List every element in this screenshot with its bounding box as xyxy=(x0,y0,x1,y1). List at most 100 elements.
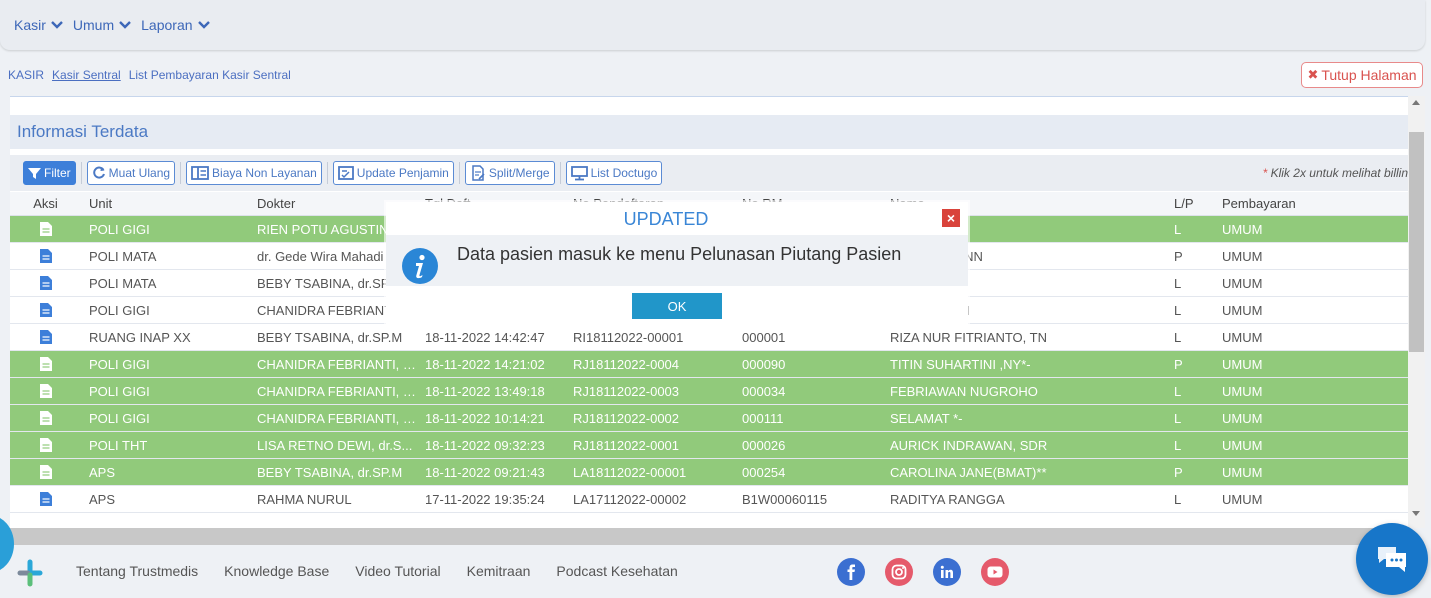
dialog-close-button[interactable]: × xyxy=(942,209,960,227)
non-service-cost-label: Biaya Non Layanan xyxy=(212,166,317,180)
document-icon[interactable] xyxy=(39,357,52,371)
cell-nama: TITIN SUHARTINI ,NY*- xyxy=(890,356,1031,372)
table-row[interactable]: RUANG INAP XX BEBY TSABINA, dr.SP.M 18-11-… xyxy=(10,324,1408,351)
cell-tgl: 18-11-2022 14:21:02 xyxy=(425,356,545,372)
toolbar-separator xyxy=(180,162,182,184)
row-action[interactable] xyxy=(10,303,81,317)
facebook-icon[interactable] xyxy=(837,558,865,586)
close-icon: ✖ xyxy=(1307,67,1319,82)
cell-tgl: 18-11-2022 09:32:23 xyxy=(425,437,545,453)
row-action[interactable] xyxy=(10,222,81,236)
breadcrumb-link-kasir-sentral[interactable]: Kasir Sentral xyxy=(52,68,121,82)
horizontal-scrollbar[interactable] xyxy=(10,528,1408,545)
linkedin-icon[interactable] xyxy=(933,558,961,586)
cell-unit: POLI GIGI xyxy=(89,383,150,399)
cell-lp: L xyxy=(1174,329,1182,345)
cell-nama: RIZA NUR FITRIANTO, TN xyxy=(890,329,1047,345)
footer: Tentang Trustmedis Knowledge Base Video … xyxy=(0,546,1431,598)
document-icon[interactable] xyxy=(39,384,52,398)
cell-tgl: 18-11-2022 13:49:18 xyxy=(425,383,545,399)
scroll-down-icon[interactable] xyxy=(1412,511,1420,516)
split-merge-button[interactable]: Split/Merge xyxy=(464,161,555,185)
document-icon[interactable] xyxy=(39,222,52,236)
panel-title: Informasi Terdata xyxy=(10,115,1408,149)
row-action[interactable] xyxy=(10,384,81,398)
document-icon[interactable] xyxy=(39,249,52,263)
live-chat-button[interactable] xyxy=(1356,523,1428,595)
document-icon[interactable] xyxy=(39,411,52,425)
table-row[interactable]: POLI GIGI CHANIDRA FEBRIANTI, dr. 18-11-20… xyxy=(10,351,1408,378)
cell-lp: L xyxy=(1174,410,1182,426)
document-icon[interactable] xyxy=(39,438,52,452)
cell-tgl: 18-11-2022 10:14:21 xyxy=(425,410,545,426)
instagram-icon[interactable] xyxy=(885,558,913,586)
close-page-label: Tutup Halaman xyxy=(1321,67,1417,83)
row-action[interactable] xyxy=(10,357,81,371)
col-header-lp[interactable]: L/P xyxy=(1166,196,1214,211)
footer-link-podcast[interactable]: Podcast Kesehatan xyxy=(556,563,677,579)
chevron-down-icon xyxy=(197,21,210,29)
table-row[interactable]: APS BEBY TSABINA, dr.SP.M 18-11-2022 09:21… xyxy=(10,459,1408,486)
cell-nama: AURICK INDRAWAN, SDR xyxy=(890,437,1048,453)
doctugo-list-label: List Doctugo xyxy=(590,166,658,180)
document-icon[interactable] xyxy=(39,465,52,479)
cell-bayar: UMUM xyxy=(1222,491,1263,507)
row-action[interactable] xyxy=(10,249,81,263)
table-row[interactable]: APS RAHMA NURUL 17-11-2022 19:35:24 LA17112… xyxy=(10,486,1408,513)
cell-bayar: UMUM xyxy=(1222,248,1263,264)
vertical-scrollbar[interactable] xyxy=(1408,96,1425,528)
row-action[interactable] xyxy=(10,465,81,479)
update-guarantor-button[interactable]: Update Penjamin xyxy=(332,161,454,185)
scroll-up-icon[interactable] xyxy=(1412,100,1420,105)
menu-kasir[interactable]: Kasir xyxy=(14,17,63,33)
document-icon[interactable] xyxy=(39,276,52,290)
reload-button[interactable]: Muat Ulang xyxy=(86,161,176,185)
cell-tgl: 18-11-2022 09:21:43 xyxy=(425,464,545,480)
update-guarantor-label: Update Penjamin xyxy=(356,166,449,180)
table-row[interactable]: POLI GIGI CHANIDRA FEBRIANTI, dr. 18-11-20… xyxy=(10,405,1408,432)
scroll-thumb[interactable] xyxy=(1409,132,1424,352)
footer-link-knowledge-base[interactable]: Knowledge Base xyxy=(224,563,329,579)
trustmedis-logo-icon xyxy=(17,559,43,587)
row-action[interactable] xyxy=(10,438,81,452)
footer-link-about[interactable]: Tentang Trustmedis xyxy=(76,563,198,579)
document-icon[interactable] xyxy=(39,303,52,317)
dialog-message: Data pasien masuk ke menu Pelunasan Piut… xyxy=(457,244,902,264)
cell-bayar: UMUM xyxy=(1222,464,1263,480)
toolbar-separator xyxy=(458,162,460,184)
cell-bayar: UMUM xyxy=(1222,356,1263,372)
table-row[interactable]: POLI THT LISA RETNO DEWI, dr.S... 18-11-20… xyxy=(10,432,1408,459)
col-header-aksi[interactable]: Aksi xyxy=(10,196,81,211)
document-icon[interactable] xyxy=(39,492,52,506)
cell-nama: CAROLINA JANE(BMAT)** xyxy=(890,464,1047,480)
menu-umum-label: Umum xyxy=(72,17,115,33)
menu-umum[interactable]: Umum xyxy=(73,17,131,33)
cell-unit: POLI THT xyxy=(89,437,148,453)
cell-dokter: BEBY TSABINA, dr.SP.M xyxy=(257,329,403,345)
cell-norm: 000254 xyxy=(742,464,786,480)
row-action[interactable] xyxy=(10,492,81,506)
row-action[interactable] xyxy=(10,411,81,425)
menu-laporan[interactable]: Laporan xyxy=(141,17,210,33)
updated-dialog: UPDATED × Data pasien masuk ke menu Pelu… xyxy=(386,202,968,324)
youtube-icon[interactable] xyxy=(981,558,1009,586)
doctugo-list-button[interactable]: List Doctugo xyxy=(565,161,663,185)
row-action[interactable] xyxy=(10,330,81,344)
document-icon[interactable] xyxy=(39,330,52,344)
col-header-unit[interactable]: Unit xyxy=(81,196,249,211)
chat-icon xyxy=(1378,547,1406,572)
row-action[interactable] xyxy=(10,276,81,290)
breadcrumb-current[interactable]: List Pembayaran Kasir Sentral xyxy=(129,68,291,82)
footer-link-video-tutorial[interactable]: Video Tutorial xyxy=(355,563,440,579)
close-page-button[interactable]: ✖ Tutup Halaman xyxy=(1301,62,1423,88)
col-header-bayar[interactable]: Pembayaran xyxy=(1214,196,1406,211)
cell-noreg: LA18112022-00001 xyxy=(573,464,687,480)
non-service-cost-button[interactable]: Biaya Non Layanan xyxy=(186,161,322,185)
table-row[interactable]: POLI GIGI CHANIDRA FEBRIANTI, dr. 18-11-20… xyxy=(10,378,1408,405)
footer-link-partnership[interactable]: Kemitraan xyxy=(467,563,531,579)
filter-button[interactable]: Filter xyxy=(23,161,76,185)
cell-noreg: RJ18112022-0004 xyxy=(573,356,680,372)
cell-unit: POLI GIGI xyxy=(89,221,150,237)
cell-lp: L xyxy=(1174,437,1182,453)
ok-button[interactable]: OK xyxy=(632,293,722,319)
